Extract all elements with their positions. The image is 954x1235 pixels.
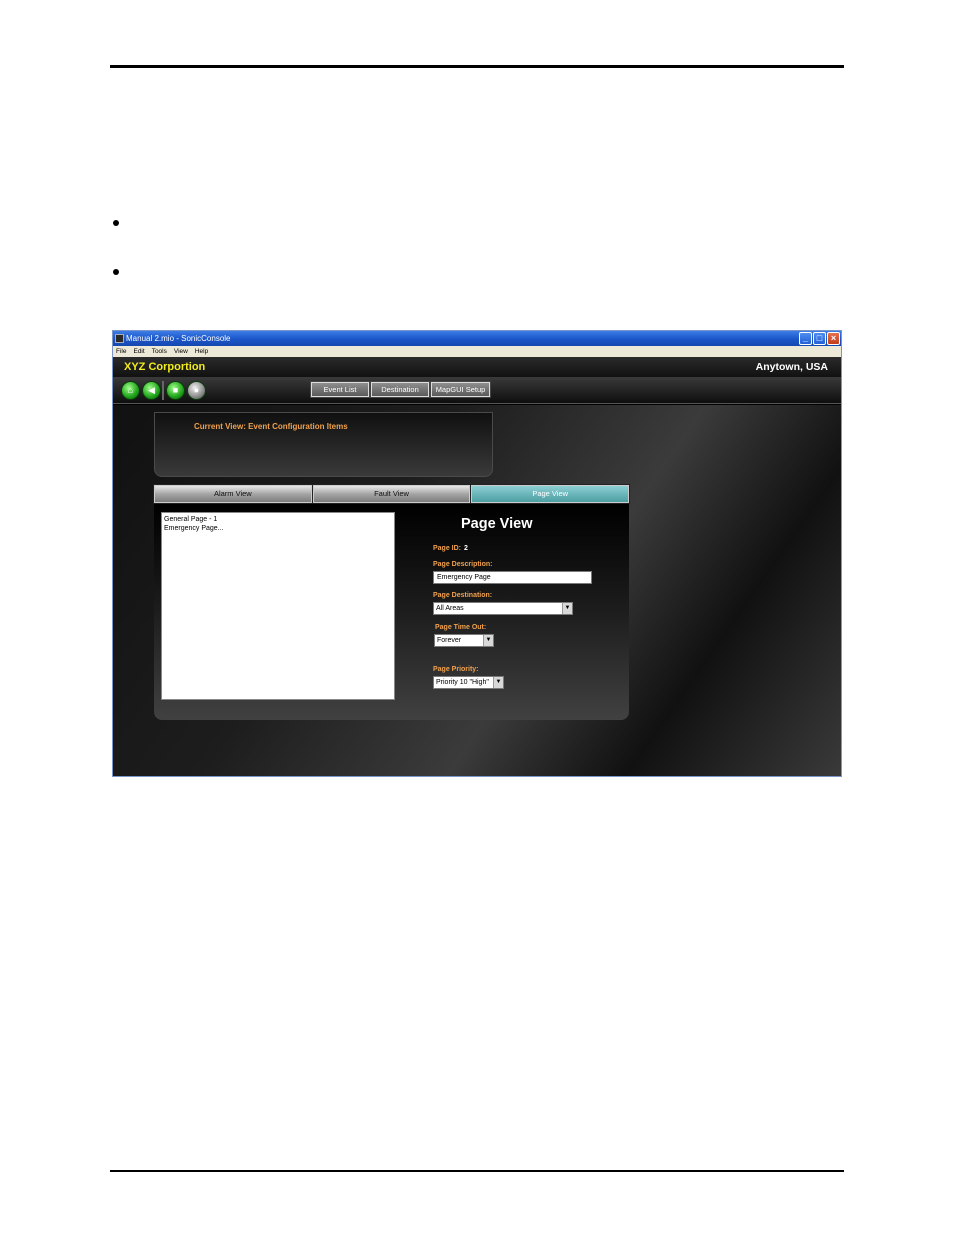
menu-file[interactable]: File xyxy=(116,346,126,357)
menu-edit[interactable]: Edit xyxy=(133,346,144,357)
page-view-panel: General Page - 1 Emergency Page... Page … xyxy=(154,504,629,720)
page-listbox[interactable]: General Page - 1 Emergency Page... xyxy=(161,512,395,700)
menu-view[interactable]: View xyxy=(174,346,188,357)
tab-event-list[interactable]: Event List xyxy=(310,381,370,398)
page-description-input[interactable]: Emergency Page xyxy=(433,571,592,584)
back-icon[interactable]: ◀ xyxy=(142,381,161,400)
list-item[interactable]: General Page - 1 xyxy=(164,515,392,524)
toolbar-separator xyxy=(162,381,164,400)
page-description-label: Page Description: xyxy=(433,561,493,568)
tab-destination[interactable]: Destination xyxy=(370,381,430,398)
chevron-down-icon[interactable]: ▼ xyxy=(493,677,503,688)
page-id-field: Page ID: 2 xyxy=(433,545,468,552)
menu-help[interactable]: Help xyxy=(195,346,208,357)
page-destination-select[interactable]: All Areas ▼ xyxy=(433,602,573,615)
nav-tabs: Event List Destination MapGUI Setup xyxy=(310,381,491,398)
tab-alarm-view[interactable]: Alarm View xyxy=(153,484,313,504)
chevron-down-icon[interactable]: ▼ xyxy=(483,635,493,646)
bullet-1 xyxy=(113,220,119,226)
menu-bar: File Edit Tools View Help xyxy=(113,346,841,357)
location-name: Anytown, USA xyxy=(755,361,828,373)
page-priority-value: Priority 10 "High" xyxy=(436,679,489,686)
close-button[interactable]: × xyxy=(827,332,840,345)
page-timeout-value: Forever xyxy=(437,637,462,644)
stop-icon[interactable]: ■ xyxy=(166,381,185,400)
tab-mapgui-setup[interactable]: MapGUI Setup xyxy=(430,381,491,398)
current-view-box: Current View: Event Configuration Items xyxy=(154,412,493,477)
window-title: Manual 2.mio - SonicConsole xyxy=(126,334,231,343)
tab-fault-view[interactable]: Fault View xyxy=(311,484,472,504)
page-priority-select[interactable]: Priority 10 "High" ▼ xyxy=(433,676,504,689)
app-header: XYZ Corportion Anytown, USA xyxy=(113,357,841,377)
page-id-value: 2 xyxy=(464,545,468,552)
maximize-button[interactable]: □ xyxy=(813,332,826,345)
title-bar: Manual 2.mio - SonicConsole _ □ × xyxy=(113,331,841,346)
company-name: XYZ Corportion xyxy=(124,361,206,373)
toolbar: ⌂ ◀ ■ ● Event List Destination MapGUI Se… xyxy=(113,377,841,404)
tab-page-view[interactable]: Page View xyxy=(470,484,631,504)
footer-rule xyxy=(110,1170,844,1172)
view-tabs: Alarm View Fault View Page View xyxy=(153,484,631,504)
list-item[interactable]: Emergency Page... xyxy=(164,524,392,533)
app-icon xyxy=(115,334,124,343)
minimize-button[interactable]: _ xyxy=(799,332,812,345)
app-window-screenshot: Manual 2.mio - SonicConsole _ □ × File E… xyxy=(112,330,842,777)
chevron-down-icon[interactable]: ▼ xyxy=(562,603,572,614)
home-icon[interactable]: ⌂ xyxy=(121,381,140,400)
window-controls: _ □ × xyxy=(799,332,840,345)
page-priority-label: Page Priority: xyxy=(433,666,479,673)
disabled-icon[interactable]: ● xyxy=(187,381,206,400)
bullet-2 xyxy=(113,269,119,275)
page-timeout-label: Page Time Out: xyxy=(435,624,487,631)
page-destination-label: Page Destination: xyxy=(433,592,493,599)
page-id-label: Page ID: xyxy=(433,545,462,552)
menu-tools[interactable]: Tools xyxy=(152,346,167,357)
header-rule xyxy=(110,65,844,68)
page-view-title: Page View xyxy=(461,516,533,532)
page-timeout-select[interactable]: Forever ▼ xyxy=(434,634,494,647)
page-destination-value: All Areas xyxy=(436,605,464,612)
current-view-label: Current View: Event Configuration Items xyxy=(194,422,348,431)
